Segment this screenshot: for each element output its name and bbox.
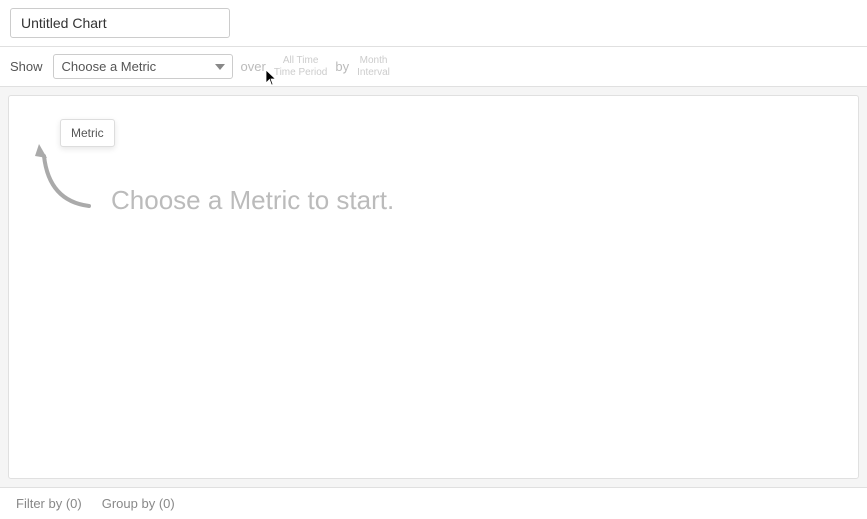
over-label: over (241, 59, 266, 74)
by-label: by (335, 59, 349, 74)
empty-state: Choose a Metric to start. (29, 136, 394, 216)
arrow-icon (29, 136, 99, 216)
filter-by-button[interactable]: Filter by (0) (16, 496, 82, 511)
time-period-button: All Time Time Period (274, 55, 328, 79)
group-by-button[interactable]: Group by (0) (102, 496, 175, 511)
chart-title-input[interactable] (10, 8, 230, 38)
empty-state-message: Choose a Metric to start. (111, 185, 394, 216)
title-bar (0, 0, 867, 47)
time-period-value: All Time (283, 55, 319, 67)
interval-value: Month (360, 55, 388, 67)
time-period-sublabel: Time Period (274, 67, 328, 79)
controls-bar: Show Choose a Metric Metric over All Tim… (0, 47, 867, 87)
interval-button: Month Interval (357, 55, 390, 79)
chart-area: Choose a Metric to start. (8, 95, 859, 479)
show-label: Show (10, 59, 43, 74)
interval-sublabel: Interval (357, 67, 390, 79)
footer-bar: Filter by (0) Group by (0) (0, 487, 867, 519)
metric-select[interactable]: Choose a Metric (53, 54, 233, 79)
